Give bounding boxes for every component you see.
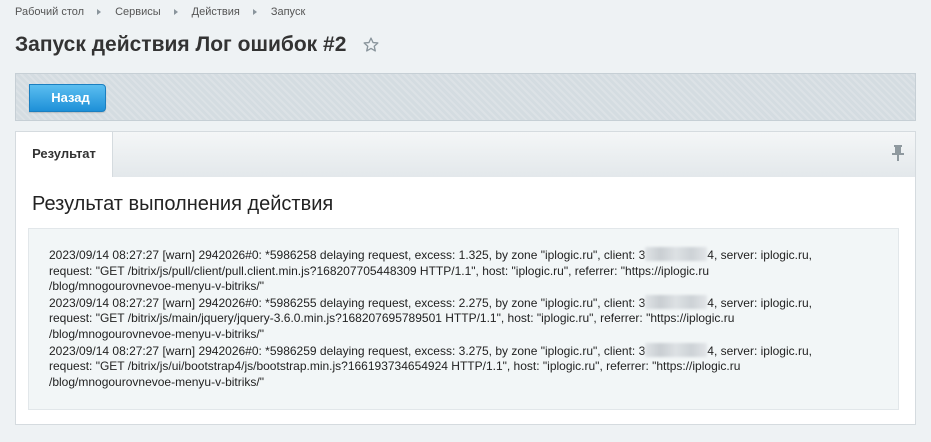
log-line: 2023/09/14 08:27:27 [warn] 2942026#0: *5… xyxy=(49,247,898,264)
redacted-ip xyxy=(645,294,708,309)
log-line: /blog/mnogourovnevoe-menyu-v-bitriks/" xyxy=(49,279,265,294)
breadcrumb-item-desktop[interactable]: Рабочий стол xyxy=(15,6,84,18)
log-text: 2023/09/14 08:27:27 [warn] 2942026#0: *5… xyxy=(49,295,646,310)
log-line: request: "GET /bitrix/js/main/jquery/jqu… xyxy=(49,311,735,326)
log-text: 4, server: iplogic.ru, xyxy=(707,295,812,310)
log-text: 4, server: iplogic.ru, xyxy=(707,343,812,358)
log-line: 2023/09/14 08:27:27 [warn] 2942026#0: *5… xyxy=(49,294,898,312)
toolbar: Назад xyxy=(15,73,916,121)
tabs-bar: Результат xyxy=(15,131,916,178)
breadcrumb-item-services[interactable]: Сервисы xyxy=(115,6,161,18)
breadcrumb-separator-icon xyxy=(173,9,178,15)
log-text: 2023/09/14 08:27:27 [warn] 2942026#0: *5… xyxy=(49,343,646,358)
log-line: /blog/mnogourovnevoe-menyu-v-bitriks/" xyxy=(49,374,265,389)
log-text: 4, server: iplogic.ru, xyxy=(707,248,812,262)
log-line: request: "GET /bitrix/js/ui/bootstrap4/j… xyxy=(49,359,741,374)
log-line: /blog/mnogourovnevoe-menyu-v-bitriks/" xyxy=(49,326,265,341)
log-output: 2023/09/14 08:27:27 [warn] 2942026#0: *5… xyxy=(28,228,899,410)
back-button[interactable]: Назад xyxy=(29,84,106,112)
redacted-ip xyxy=(645,342,708,357)
log-line: 2023/09/14 08:27:27 [warn] 2942026#0: *5… xyxy=(49,342,898,360)
section-title: Результат выполнения действия xyxy=(32,193,334,215)
log-line: request: "GET /bitrix/js/pull/client/pul… xyxy=(49,263,710,278)
content-panel: Результат выполнения действия 2023/09/14… xyxy=(15,177,916,425)
pin-icon[interactable] xyxy=(891,144,905,162)
tab-result[interactable]: Результат xyxy=(15,131,113,178)
page-title: Запуск действия Лог ошибок #2 xyxy=(15,33,380,57)
page-title-text: Запуск действия Лог ошибок #2 xyxy=(15,33,347,56)
star-outline-icon[interactable] xyxy=(362,36,380,54)
redacted-ip xyxy=(645,247,708,261)
breadcrumb-separator-icon xyxy=(97,9,102,15)
breadcrumb-item-run[interactable]: Запуск xyxy=(271,6,305,18)
log-text: 2023/09/14 08:27:27 [warn] 2942026#0: *5… xyxy=(49,248,646,262)
breadcrumb-item-actions[interactable]: Действия xyxy=(192,6,240,18)
breadcrumb: Рабочий стол Сервисы Действия Запуск xyxy=(15,5,305,19)
breadcrumb-separator-icon xyxy=(252,9,257,15)
